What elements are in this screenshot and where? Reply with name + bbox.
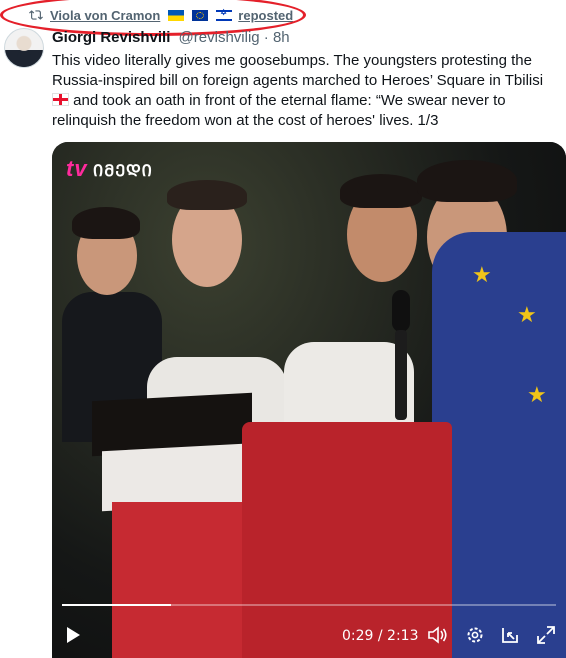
volume-icon[interactable] [428,626,448,644]
progress-bar[interactable] [62,604,556,606]
handle-timestamp[interactable]: @revishvilig · 8h [179,29,290,46]
tweet-text: This video literally gives me goosebumps… [52,51,557,131]
fullscreen-icon[interactable] [536,625,556,645]
tweet-header: Giorgi Revishvili @revishvilig · 8h [52,29,290,46]
israel-flag [216,8,233,21]
play-icon[interactable] [64,626,82,644]
display-name[interactable]: Giorgi Revishvili [52,29,170,46]
ukraine-flag [168,9,185,21]
settings-icon[interactable] [465,625,485,645]
reposter-name[interactable]: Viola von Cramon [50,8,160,23]
channel-watermark: tv ᲘᲛᲔᲓᲘ [66,156,153,181]
reposted-label: reposted [238,7,294,23]
eu-flag [192,9,209,21]
tweet-text-part2: and took an oath in front of the eternal… [52,92,506,129]
video-controls: 0:29 / 2:13 [52,612,566,658]
video-frame: ★ ★ ★ [52,142,566,658]
avatar[interactable] [4,28,44,68]
repost-context[interactable]: Viola von Cramon reposted [28,6,293,24]
dock-icon[interactable] [500,625,520,645]
tweet-text-part1: This video literally gives me goosebumps… [52,52,544,89]
repost-icon [29,10,43,20]
video-player[interactable]: ★ ★ ★ tv ᲘᲛᲔᲓᲘ 0:29 / 2:13 [52,142,566,658]
progress-fill [62,604,171,606]
georgia-flag [52,93,69,106]
time-display: 0:29 / 2:13 [342,628,419,644]
